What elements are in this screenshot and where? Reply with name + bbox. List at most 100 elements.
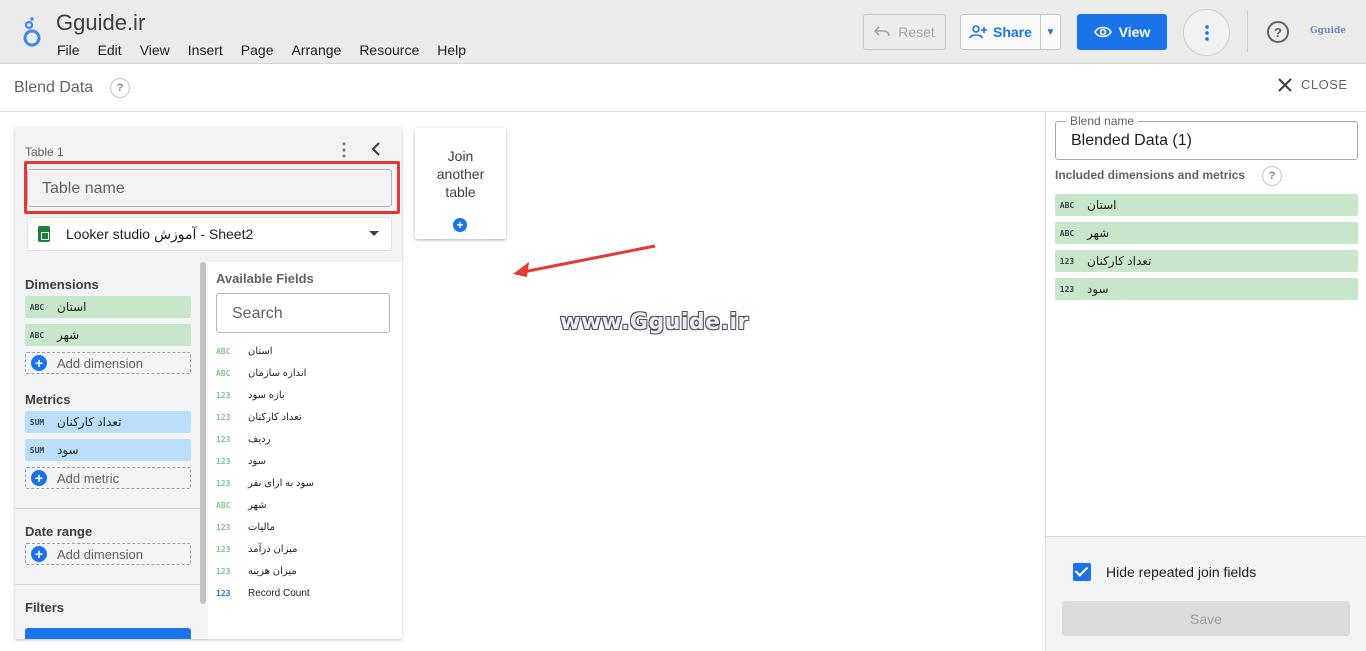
add-date-dimension-label: Add dimension: [57, 546, 143, 562]
add-date-dimension-button[interactable]: + Add dimension: [25, 543, 191, 565]
type-icon: 123: [216, 412, 231, 422]
config-scrollbar[interactable]: [200, 262, 206, 604]
metric-chip[interactable]: SUM تعداد کارکنان: [25, 411, 191, 433]
type-icon: 123: [216, 456, 231, 466]
field-item[interactable]: 123 میزان هزینه: [216, 562, 297, 580]
field-name: میزان هزینه: [248, 565, 297, 577]
search-input[interactable]: Search: [216, 293, 390, 333]
menu-view[interactable]: View: [140, 42, 170, 58]
join-line-1: Join: [447, 148, 474, 164]
view-label: View: [1118, 24, 1151, 40]
blend-help-icon[interactable]: ?: [110, 78, 130, 98]
menu-edit[interactable]: Edit: [98, 42, 122, 58]
field-name: مالیات: [248, 521, 275, 533]
add-icon: +: [31, 470, 47, 486]
field-item[interactable]: ABC شهر: [216, 496, 267, 514]
highlight-box: [24, 161, 400, 214]
vertical-dots-icon: [1204, 24, 1209, 41]
filters-title: Filters: [25, 600, 65, 615]
field-item[interactable]: 123 مالیات: [216, 518, 275, 536]
share-button[interactable]: Share ▼: [960, 14, 1061, 50]
field-name: شهر: [248, 499, 267, 511]
annotation-arrow-icon: [513, 244, 656, 277]
menu-insert[interactable]: Insert: [188, 42, 223, 58]
blend-name-field[interactable]: Blend name Blended Data (1): [1055, 114, 1358, 160]
add-dimension-button[interactable]: + Add dimension: [25, 352, 191, 374]
blend-name-label: Blend name: [1066, 114, 1139, 128]
menu-help[interactable]: Help: [437, 42, 466, 58]
field-item[interactable]: 123 ردیف: [216, 430, 270, 448]
field-item[interactable]: ABC اندازه سازمان: [216, 364, 306, 382]
field-item[interactable]: 123 Record Count: [216, 584, 310, 602]
close-button[interactable]: CLOSE: [1278, 77, 1348, 92]
add-icon: +: [31, 546, 47, 562]
eye-icon: [1093, 26, 1112, 38]
type-icon: 123: [216, 566, 231, 576]
hide-repeated-label: Hide repeated join fields: [1106, 564, 1257, 580]
looker-studio-logo-icon[interactable]: [20, 16, 44, 48]
data-source-label: Looker studio آموزش - Sheet2: [66, 225, 254, 242]
join-line-3: table: [445, 184, 476, 200]
field-item[interactable]: 123 میزان درآمد: [216, 540, 297, 558]
type-icon: 123: [216, 390, 231, 400]
table-menu-icon[interactable]: [341, 141, 347, 159]
table-label: Table 1: [25, 145, 64, 159]
report-title[interactable]: Gguide.ir: [56, 10, 145, 36]
menu-arrange[interactable]: Arrange: [292, 42, 342, 58]
included-field-chip[interactable]: 123 سود: [1055, 278, 1358, 300]
share-label: Share: [993, 24, 1032, 40]
add-icon: +: [31, 355, 47, 371]
view-button[interactable]: View: [1077, 14, 1167, 50]
save-button[interactable]: Save: [1062, 601, 1350, 636]
type-icon: 123: [1059, 256, 1075, 266]
field-item[interactable]: 123 بازه سود: [216, 386, 285, 404]
more-options-button[interactable]: [1183, 9, 1230, 56]
included-field-chip[interactable]: ABC شهر: [1055, 222, 1358, 244]
share-dropdown-icon[interactable]: ▼: [1041, 27, 1060, 38]
join-another-table-button[interactable]: Join another table +: [415, 128, 506, 239]
type-icon: ABC: [1059, 228, 1075, 238]
share-main-button[interactable]: Share: [961, 15, 1041, 49]
hide-repeated-checkbox[interactable]: [1073, 563, 1091, 581]
section-divider: [15, 584, 200, 585]
menu-page[interactable]: Page: [241, 42, 274, 58]
type-icon: 123: [216, 588, 231, 598]
field-name: ردیف: [248, 433, 271, 445]
type-icon: ABC: [216, 346, 231, 356]
included-field-name: سود: [1087, 282, 1109, 296]
field-item[interactable]: ABC استان: [216, 342, 273, 360]
type-icon: ABC: [29, 330, 45, 340]
date-range-title: Date range: [25, 524, 93, 539]
field-item[interactable]: 123 سود به ازای نفر: [216, 474, 314, 492]
metric-name: سود: [57, 443, 79, 457]
included-field-chip[interactable]: 123 تعداد کارکنان: [1055, 250, 1358, 272]
section-divider: [15, 508, 200, 509]
add-filter-button[interactable]: [25, 628, 191, 639]
included-field-name: شهر: [1087, 226, 1110, 240]
google-sheets-icon: [38, 226, 50, 242]
type-icon: SUM: [29, 417, 45, 427]
menu-resource[interactable]: Resource: [359, 42, 419, 58]
type-icon: ABC: [216, 368, 231, 378]
blend-properties-panel: Blend name Blended Data (1) Included dim…: [1045, 112, 1366, 651]
reset-button[interactable]: Reset: [863, 14, 946, 50]
dimension-chip[interactable]: ABC استان: [25, 296, 191, 318]
field-item[interactable]: 123 تعداد کارکنان: [216, 408, 302, 426]
metric-chip[interactable]: SUM سود: [25, 439, 191, 461]
field-name: بازه سود: [248, 389, 285, 401]
close-label: CLOSE: [1301, 77, 1348, 92]
help-icon[interactable]: ?: [1267, 21, 1289, 43]
field-name: میزان درآمد: [248, 543, 298, 555]
dimension-name: استان: [57, 300, 87, 314]
dropdown-caret-icon: [369, 231, 379, 236]
included-field-chip[interactable]: ABC استان: [1055, 194, 1358, 216]
field-name: اندازه سازمان: [248, 367, 307, 379]
add-metric-button[interactable]: + Add metric: [25, 467, 191, 489]
type-icon: 123: [1059, 284, 1075, 294]
menu-file[interactable]: File: [57, 42, 80, 58]
collapse-chevron-icon[interactable]: [371, 141, 381, 157]
data-source-select[interactable]: Looker studio آموزش - Sheet2: [27, 217, 392, 251]
dimension-chip[interactable]: ABC شهر: [25, 324, 191, 346]
included-help-icon[interactable]: ?: [1262, 166, 1282, 186]
field-item[interactable]: 123 سود: [216, 452, 266, 470]
